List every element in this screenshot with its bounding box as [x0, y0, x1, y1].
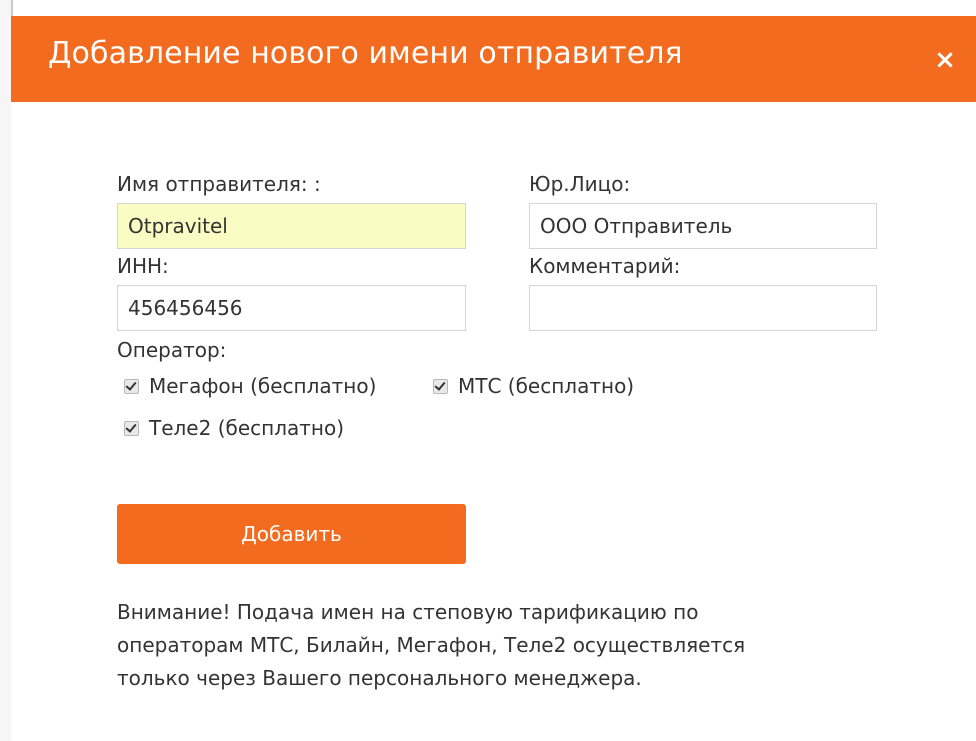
sender-name-input[interactable]: [117, 203, 466, 249]
notice-line: Внимание! Подача имен на степовую тарифи…: [117, 600, 699, 624]
inn-input[interactable]: [117, 285, 466, 331]
mts-checkbox[interactable]: [433, 378, 448, 394]
megafon-label: Мегафон (бесплатно): [149, 374, 377, 398]
add-sender-name-dialog: Добавление нового имени отправителя × Им…: [11, 16, 976, 741]
legal-entity-input[interactable]: [529, 203, 877, 249]
megafon-checkbox[interactable]: [124, 378, 139, 394]
operator-option-mts[interactable]: МТС (бесплатно): [433, 374, 634, 398]
close-icon[interactable]: ×: [931, 46, 959, 74]
add-button[interactable]: Добавить: [117, 504, 466, 564]
operator-option-megafon[interactable]: Мегафон (бесплатно): [124, 374, 376, 398]
notice-text: Внимание! Подача имен на степовую тарифи…: [117, 596, 857, 695]
comment-input[interactable]: [529, 285, 877, 331]
mts-label: МТС (бесплатно): [458, 374, 635, 398]
dialog-title: Добавление нового имени отправителя: [48, 36, 683, 71]
operator-label: Оператор:: [117, 338, 227, 362]
comment-label: Комментарий:: [529, 254, 681, 278]
legal-entity-label: Юр.Лицо:: [529, 172, 631, 196]
page: Добавление нового имени отправителя × Им…: [0, 0, 976, 741]
notice-line: операторам МТС, Билайн, Мегафон, Теле2 о…: [117, 633, 746, 657]
tele2-checkbox[interactable]: [124, 420, 139, 436]
operator-option-tele2[interactable]: Теле2 (бесплатно): [124, 416, 344, 440]
tele2-label: Теле2 (бесплатно): [149, 416, 345, 440]
sender-name-label: Имя отправителя: :: [117, 172, 321, 196]
inn-label: ИНН:: [117, 254, 169, 278]
notice-line: только через Вашего персонального менедж…: [117, 666, 642, 690]
dialog-header: Добавление нового имени отправителя ×: [11, 16, 976, 102]
